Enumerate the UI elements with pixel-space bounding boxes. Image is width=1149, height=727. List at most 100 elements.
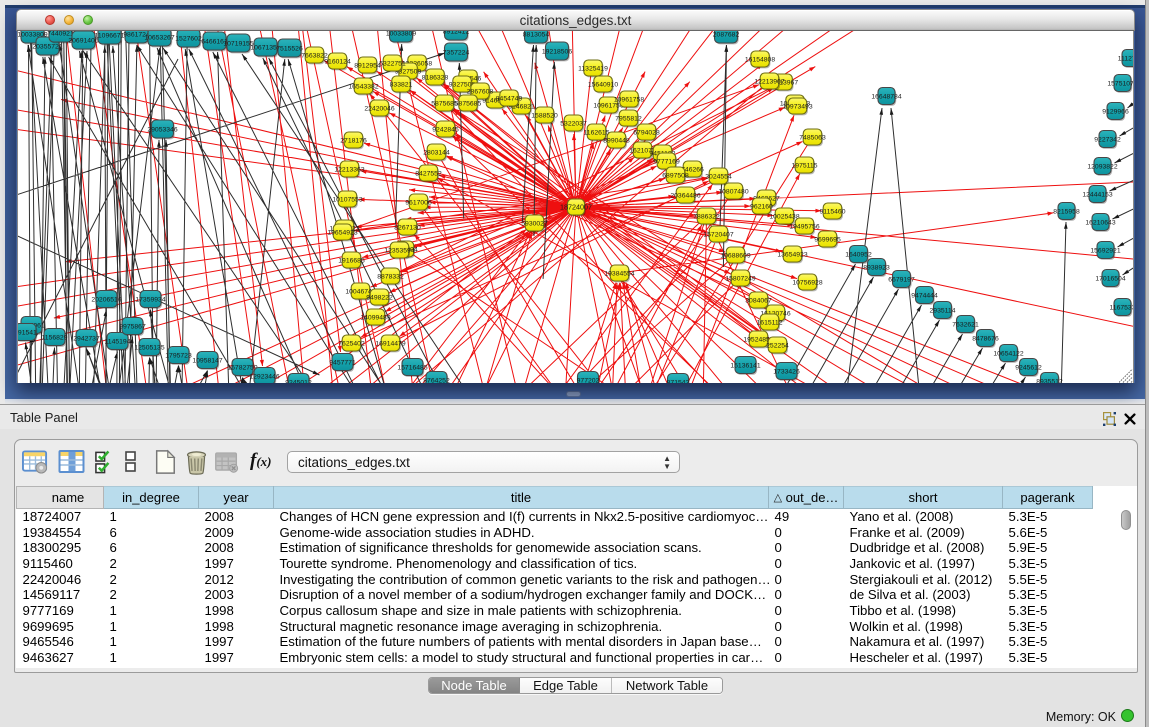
svg-text:9129966: 9129966 [1102, 108, 1129, 115]
svg-text:19654923: 19654923 [327, 229, 357, 236]
svg-text:17359934: 17359934 [135, 296, 165, 303]
svg-text:9457771: 9457771 [329, 359, 356, 366]
svg-text:5875685: 5875685 [455, 100, 482, 107]
svg-text:16782759: 16782759 [227, 364, 257, 371]
svg-text:12213363: 12213363 [334, 166, 364, 173]
svg-text:2942737: 2942737 [73, 335, 100, 342]
svg-text:7632621: 7632621 [952, 321, 979, 328]
svg-text:11325419: 11325419 [578, 65, 608, 72]
svg-text:16543382: 16543382 [348, 83, 378, 90]
svg-text:14099489: 14099489 [360, 314, 390, 321]
svg-text:1527602: 1527602 [175, 35, 202, 42]
svg-text:1162615: 1162615 [584, 129, 610, 136]
svg-text:962160: 962160 [750, 203, 773, 210]
svg-text:3084067: 3084067 [745, 297, 772, 304]
svg-text:5322037: 5322037 [560, 120, 587, 127]
svg-text:7886322: 7886322 [693, 213, 720, 220]
svg-text:12213967: 12213967 [754, 78, 784, 85]
svg-text:10688609: 10688609 [720, 252, 750, 259]
svg-text:7625402: 7625402 [338, 340, 365, 347]
svg-text:15716485: 15716485 [397, 364, 427, 371]
svg-text:18724007: 18724007 [560, 202, 592, 211]
svg-text:9975867: 9975867 [119, 323, 146, 330]
svg-text:10961756: 10961756 [593, 102, 623, 109]
svg-text:6897508: 6897508 [662, 172, 689, 179]
svg-text:1156829: 1156829 [42, 334, 68, 341]
svg-text:1145194: 1145194 [105, 338, 131, 345]
svg-text:15692921: 15692921 [1090, 247, 1120, 254]
svg-text:8454749: 8454749 [496, 95, 523, 102]
svg-text:1167533: 1167533 [1110, 304, 1134, 311]
svg-text:15640910: 15640910 [588, 81, 618, 88]
svg-text:16914479: 16914479 [375, 340, 405, 347]
svg-text:16648784: 16648784 [871, 93, 901, 100]
svg-text:7515526: 7515526 [276, 45, 303, 52]
svg-text:19218506: 19218506 [542, 48, 572, 55]
svg-text:11096671: 11096671 [95, 32, 125, 39]
svg-text:16154808: 16154808 [745, 56, 775, 63]
svg-text:8938923: 8938923 [863, 264, 890, 271]
svg-text:1112753: 1112753 [1118, 55, 1134, 62]
svg-text:20364486: 20364486 [670, 192, 700, 199]
svg-text:10107553: 10107553 [332, 196, 362, 203]
svg-text:833821: 833821 [390, 81, 413, 88]
svg-text:12353594: 12353594 [384, 247, 414, 254]
svg-text:8878332: 8878332 [377, 273, 404, 280]
svg-text:10973493: 10973493 [782, 103, 812, 110]
svg-text:871542: 871542 [667, 379, 690, 383]
svg-text:2718176: 2718176 [340, 137, 367, 144]
svg-text:9617006: 9617006 [405, 199, 432, 206]
svg-text:13654923: 13654923 [777, 251, 807, 258]
svg-text:15720407: 15720407 [703, 231, 733, 238]
svg-text:9777169: 9777169 [653, 158, 680, 165]
svg-text:8427552: 8427552 [415, 170, 442, 177]
svg-text:1588520: 1588520 [531, 112, 558, 119]
svg-text:10756928: 10756928 [792, 279, 822, 286]
svg-text:8764252: 8764252 [423, 377, 450, 383]
svg-text:9242845: 9242845 [432, 126, 459, 133]
svg-text:2935114: 2935114 [930, 307, 956, 314]
svg-text:12923446: 12923446 [249, 373, 279, 380]
svg-text:10025438: 10025438 [769, 213, 799, 220]
svg-text:20355721: 20355721 [32, 43, 62, 50]
svg-text:29053346: 29053346 [147, 126, 177, 133]
svg-text:7485063: 7485063 [799, 134, 826, 141]
svg-text:9115460: 9115460 [820, 208, 846, 215]
svg-text:15807249: 15807249 [725, 275, 755, 282]
svg-text:10654122: 10654122 [993, 350, 1023, 357]
svg-text:12093822: 12093822 [1087, 163, 1117, 170]
svg-text:9245612: 9245612 [1015, 364, 1042, 371]
svg-text:15751074: 15751074 [1107, 80, 1134, 87]
svg-text:1615112: 1615112 [757, 319, 783, 326]
svg-text:7955812: 7955812 [615, 115, 642, 122]
svg-text:20206516: 20206516 [91, 296, 121, 303]
svg-text:10961758: 10961758 [614, 96, 644, 103]
svg-text:1795723: 1795723 [165, 352, 192, 359]
svg-text:6679197: 6679197 [888, 276, 915, 283]
svg-text:9498222: 9498222 [366, 294, 393, 301]
svg-text:1733426: 1733426 [773, 368, 800, 375]
svg-text:8186328: 8186328 [422, 74, 449, 81]
svg-text:7357224: 7357224 [443, 49, 470, 56]
svg-text:9699695: 9699695 [814, 236, 841, 243]
svg-text:8990448: 8990448 [603, 137, 630, 144]
svg-text:8478676: 8478676 [972, 335, 999, 342]
svg-text:19495756: 19495756 [789, 223, 819, 230]
svg-text:17016504: 17016504 [1095, 275, 1125, 282]
svg-text:19384554: 19384554 [604, 270, 634, 277]
svg-text:12444153: 12444153 [1082, 191, 1112, 198]
svg-text:9227342: 9227342 [1094, 136, 1121, 143]
svg-text:12505135: 12505135 [134, 344, 164, 351]
svg-text:1640952: 1640952 [845, 251, 872, 258]
svg-text:22420046: 22420046 [364, 105, 394, 112]
svg-text:5930027: 5930027 [521, 220, 548, 227]
svg-text:8935512: 8935512 [1036, 378, 1063, 383]
svg-text:1916685: 1916685 [338, 257, 365, 264]
svg-text:6794028: 6794028 [633, 129, 660, 136]
svg-text:10807480: 10807480 [718, 188, 748, 195]
svg-text:2867608: 2867608 [467, 88, 494, 95]
svg-text:2087682: 2087682 [713, 31, 740, 38]
svg-text:8215958: 8215958 [1053, 208, 1080, 215]
svg-text:9245012: 9245012 [285, 379, 312, 383]
svg-text:391541: 391541 [18, 329, 37, 336]
